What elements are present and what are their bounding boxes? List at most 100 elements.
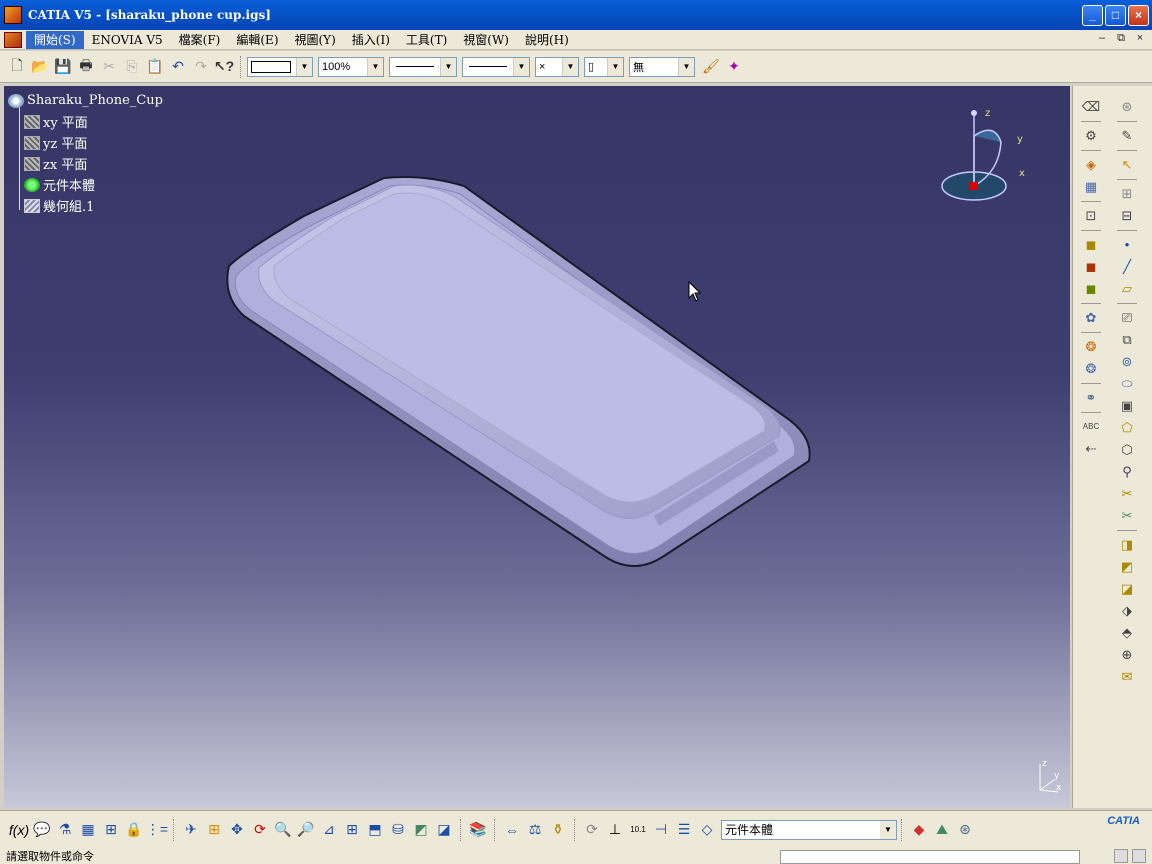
fill-icon[interactable]: ⬭ (1115, 373, 1139, 395)
normal-view-icon[interactable]: ⊿ (318, 819, 340, 841)
extrapolate-icon[interactable]: ⊕ (1115, 644, 1139, 666)
paste-icon[interactable]: 📋 (144, 56, 166, 78)
chevron-down-icon[interactable]: ▼ (440, 57, 456, 76)
swap-visible-icon[interactable]: ◪ (433, 819, 455, 841)
menu-file[interactable]: 檔案(F) (171, 31, 229, 49)
measure-item-icon[interactable]: ⚖ (524, 819, 546, 841)
menu-tools[interactable]: 工具(T) (398, 31, 455, 49)
menu-insert[interactable]: 插入(I) (344, 31, 398, 49)
close-button[interactable]: × (1128, 5, 1149, 26)
pattern-icon[interactable]: ▦ (1079, 176, 1103, 198)
layer-select[interactable]: 無 ▼ (629, 56, 695, 77)
catalog-icon[interactable]: 📚 (467, 819, 489, 841)
new-file-icon[interactable]: 🗋 (6, 56, 28, 78)
eraser-icon[interactable]: ⌫ (1079, 96, 1103, 118)
pad-icon[interactable]: ◈ (1079, 154, 1103, 176)
constraint-icon[interactable]: ⚭ (1079, 387, 1103, 409)
remove-lump-icon[interactable]: ❂ (1079, 358, 1103, 380)
line-thickness-select[interactable]: ▼ (389, 56, 457, 77)
zoom-select[interactable]: 100% ▼ (318, 56, 384, 77)
law-icon[interactable]: ✉ (1115, 666, 1139, 688)
print-icon[interactable]: 🖶 (75, 56, 97, 78)
design-table-icon[interactable]: ▦ (77, 819, 99, 841)
document-icon[interactable] (4, 31, 22, 48)
formula-icon[interactable]: f(x) (8, 819, 30, 841)
line-icon[interactable]: ╱ (1115, 256, 1139, 278)
translate-icon[interactable]: ⬗ (1115, 600, 1139, 622)
healing-icon[interactable]: ⚲ (1115, 461, 1139, 483)
menu-edit[interactable]: 編輯(E) (228, 31, 286, 49)
pan-icon[interactable]: ✥ (226, 819, 248, 841)
annotation-text-icon[interactable]: ABC (1079, 416, 1103, 438)
shading-icon[interactable]: ⛁ (387, 819, 409, 841)
axis-system-icon[interactable]: ⊞ (1115, 183, 1139, 205)
tree-expand-icon[interactable]: ⊟ (1115, 205, 1139, 227)
body-icon[interactable]: ◇ (696, 819, 718, 841)
chevron-down-icon[interactable]: ▼ (880, 820, 896, 839)
transform-icon[interactable]: ⬘ (1115, 622, 1139, 644)
doc-restore-button[interactable]: ⧉ (1113, 32, 1129, 46)
copy-icon[interactable]: ⎘ (121, 56, 143, 78)
zoom-out-icon[interactable]: 🔎 (295, 819, 317, 841)
current-body-select[interactable]: 元件本體 ▼ (721, 819, 897, 840)
doc-close-button[interactable]: × (1132, 32, 1148, 46)
law-table-icon[interactable]: ⊞ (100, 819, 122, 841)
boolean-intersect-icon[interactable]: ◼ (1079, 278, 1103, 300)
menu-view[interactable]: 視圖(Y) (287, 31, 344, 49)
sweep-icon[interactable]: ⊚ (1115, 351, 1139, 373)
redo-icon[interactable]: ↷ (190, 56, 212, 78)
whats-this-icon[interactable]: ↖? (213, 56, 235, 78)
environment-icon[interactable]: ⛰ (931, 819, 953, 841)
point-symbol-select[interactable]: × ▼ (535, 56, 579, 77)
compass-icon[interactable]: z y x (939, 102, 1029, 212)
rotate-icon[interactable]: ⟳ (249, 819, 271, 841)
list-icon[interactable]: ☰ (673, 819, 695, 841)
status-button[interactable] (1114, 849, 1128, 863)
menu-enovia[interactable]: ENOVIA V5 (84, 31, 171, 49)
extrude-icon[interactable]: ⎚ (1115, 307, 1139, 329)
scale-icon[interactable]: ⊡ (1079, 205, 1103, 227)
point-icon[interactable]: • (1115, 234, 1139, 256)
assemble-icon[interactable]: ✿ (1079, 307, 1103, 329)
hide-show-icon[interactable]: ◩ (410, 819, 432, 841)
chevron-down-icon[interactable]: ▼ (513, 57, 529, 76)
split-icon[interactable]: ✂ (1115, 483, 1139, 505)
save-icon[interactable]: 💾 (52, 56, 74, 78)
measure-inertia-icon[interactable]: ⚱ (547, 819, 569, 841)
color-select[interactable]: ▼ (247, 56, 313, 77)
format-painter-icon[interactable]: 🖌 (700, 56, 722, 78)
boundary-icon[interactable]: ◨ (1115, 534, 1139, 556)
fillet-icon[interactable]: ◪ (1115, 578, 1139, 600)
boolean-remove-icon[interactable]: ◼ (1079, 256, 1103, 278)
minimize-button[interactable]: _ (1082, 5, 1103, 26)
apply-material-icon[interactable]: ◆ (908, 819, 930, 841)
snap-icon[interactable]: ⊣ (650, 819, 672, 841)
knowledge-icon[interactable]: ⚗ (54, 819, 76, 841)
select-arrow-icon[interactable]: ↖ (1115, 154, 1139, 176)
grid-icon[interactable]: 10.1 (627, 819, 649, 841)
extract-icon[interactable]: ◩ (1115, 556, 1139, 578)
menu-start[interactable]: 開始(S) (26, 30, 84, 49)
plane-tool-icon[interactable]: ▱ (1115, 278, 1139, 300)
open-folder-icon[interactable]: 📂 (29, 56, 51, 78)
axis-tool-icon[interactable]: ⊥ (604, 819, 626, 841)
union-trim-icon[interactable]: ❂ (1079, 336, 1103, 358)
zoom-in-icon[interactable]: 🔍 (272, 819, 294, 841)
fit-all-icon[interactable]: ⊞ (203, 819, 225, 841)
toolbar-grip[interactable] (240, 55, 243, 78)
chevron-down-icon[interactable]: ▼ (562, 57, 578, 76)
cut-icon[interactable]: ✂ (98, 56, 120, 78)
analysis-icon[interactable]: ⊛ (1115, 96, 1139, 118)
3d-viewport[interactable]: Sharaku_Phone_Cup xy 平面 yz 平面 zx 平面 元件本體… (4, 86, 1070, 808)
multi-section-icon[interactable]: ▣ (1115, 395, 1139, 417)
scene-icon[interactable]: ⊛ (954, 819, 976, 841)
status-button[interactable] (1132, 849, 1146, 863)
chevron-down-icon[interactable]: ▼ (296, 57, 312, 76)
undo-icon[interactable]: ↶ (167, 56, 189, 78)
measure-between-icon[interactable]: ⇔ (501, 819, 523, 841)
line-type-select[interactable]: ▼ (462, 56, 530, 77)
multi-view-icon[interactable]: ⊞ (341, 819, 363, 841)
chevron-down-icon[interactable]: ▼ (678, 57, 694, 76)
sketcher-icon[interactable]: ✎ (1115, 125, 1139, 147)
offset-icon[interactable]: ⧉ (1115, 329, 1139, 351)
